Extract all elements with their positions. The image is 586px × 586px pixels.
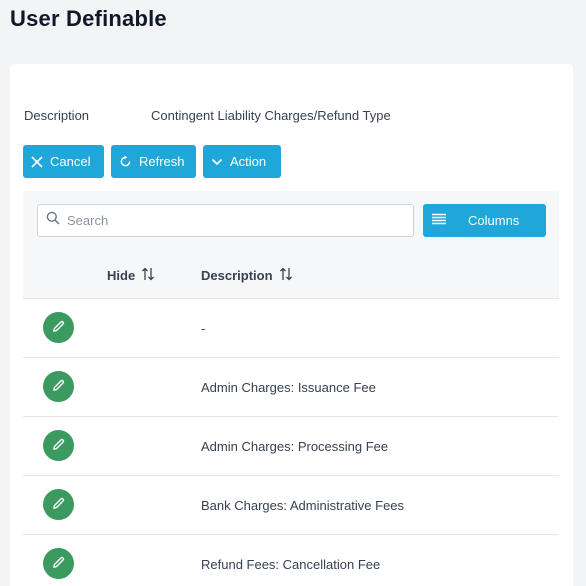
description-label: Description: [24, 108, 90, 123]
table-row: -: [23, 299, 559, 358]
columns-button[interactable]: Columns: [423, 204, 546, 237]
close-icon: [31, 155, 43, 168]
edit-button[interactable]: [43, 371, 74, 402]
pencil-icon: [52, 497, 65, 513]
column-header-description-label: Description: [201, 268, 273, 283]
edit-button[interactable]: [43, 548, 74, 579]
row-description: -: [201, 321, 206, 336]
column-header-hide[interactable]: Hide: [107, 267, 155, 284]
refresh-label: Refresh: [139, 154, 185, 169]
table-toolbar: Columns: [23, 191, 559, 251]
edit-button[interactable]: [43, 430, 74, 461]
search-box: [37, 204, 414, 237]
page-title: User Definable: [10, 6, 167, 31]
main-card: Description Contingent Liability Charges…: [10, 64, 573, 586]
columns-label: Columns: [468, 213, 520, 228]
action-toolbar: Cancel Refresh Action: [23, 145, 281, 178]
refresh-icon: [119, 155, 132, 168]
chevron-down-icon: [211, 156, 223, 168]
table-header: Hide Description: [23, 251, 559, 299]
table-row: Admin Charges: Processing Fee: [23, 417, 559, 476]
description-value: Contingent Liability Charges/Refund Type: [151, 108, 391, 123]
action-label: Action: [230, 154, 267, 169]
edit-button[interactable]: [43, 312, 74, 343]
table-row: Bank Charges: Administrative Fees: [23, 476, 559, 535]
cancel-label: Cancel: [50, 154, 91, 169]
table-body: - Admin Charges: Issuance Fee Admin Char…: [23, 299, 559, 586]
column-header-description[interactable]: Description: [201, 267, 293, 284]
sort-icon: [279, 267, 293, 284]
row-description: Admin Charges: Processing Fee: [201, 439, 389, 454]
row-description: Admin Charges: Issuance Fee: [201, 380, 376, 395]
search-icon: [46, 211, 60, 230]
sort-icon: [141, 267, 155, 284]
row-description: Bank Charges: Administrative Fees: [201, 498, 405, 513]
pencil-icon: [52, 320, 65, 336]
action-button[interactable]: Action: [203, 145, 281, 178]
cancel-button[interactable]: Cancel: [23, 145, 104, 178]
description-row: Description Contingent Liability Charges…: [24, 108, 391, 123]
pencil-icon: [52, 438, 65, 454]
edit-button[interactable]: [43, 489, 74, 520]
row-description: Refund Fees: Cancellation Fee: [201, 557, 381, 572]
pencil-icon: [52, 556, 65, 572]
column-header-hide-label: Hide: [107, 268, 136, 283]
pencil-icon: [52, 379, 65, 395]
table-row: Refund Fees: Cancellation Fee: [23, 535, 559, 586]
refresh-button[interactable]: Refresh: [111, 145, 196, 178]
search-input[interactable]: [67, 213, 367, 228]
list-icon: [432, 213, 446, 228]
table-row: Admin Charges: Issuance Fee: [23, 358, 559, 417]
